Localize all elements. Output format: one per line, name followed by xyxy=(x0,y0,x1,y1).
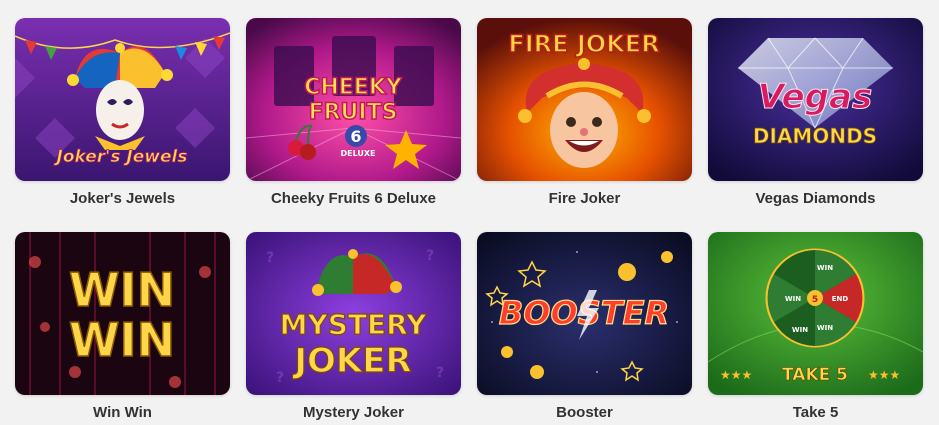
game-card-take-5[interactable]: WIN WIN WIN WIN END 5 ★★★ ★★★ TAKE 5 Take… xyxy=(708,232,923,421)
game-grid: Joker's Jewels Joker's Jewels CHEEKY FRU… xyxy=(0,0,939,425)
game-card-booster[interactable]: BOOSTER Booster xyxy=(477,232,692,421)
wheel-label: WIN xyxy=(792,326,808,334)
game-title[interactable]: Vegas Diamonds xyxy=(755,190,875,207)
jokers-jewels-art: Joker's Jewels xyxy=(15,18,230,181)
game-card-jokers-jewels[interactable]: Joker's Jewels Joker's Jewels xyxy=(15,18,230,207)
game-thumbnail[interactable]: Vegas DIAMONDS xyxy=(708,18,923,181)
game-thumbnail[interactable]: Joker's Jewels xyxy=(15,18,230,181)
game-logo-line2: DIAMONDS xyxy=(753,124,877,148)
game-logo-line2: WIN xyxy=(69,313,175,367)
wheel-label: WIN xyxy=(817,324,833,332)
svg-text:?: ? xyxy=(266,250,274,266)
game-card-mystery-joker[interactable]: ???? MYSTERY JOKER Mystery Joker xyxy=(246,232,461,421)
game-card-vegas-diamonds[interactable]: Vegas DIAMONDS Vegas Diamonds xyxy=(708,18,923,207)
game-thumbnail[interactable]: WIN WIN xyxy=(15,232,230,395)
game-card-cheeky-fruits-6-deluxe[interactable]: CHEEKY FRUITS 6 DELUXE Cheeky Fruits 6 D… xyxy=(246,18,461,207)
game-logo-text: TAKE 5 xyxy=(782,365,848,385)
wheel-label: END xyxy=(832,295,849,303)
game-thumbnail[interactable]: BOOSTER xyxy=(477,232,692,395)
game-logo-text: Joker's Jewels xyxy=(54,147,188,167)
game-logo-line2: FRUITS xyxy=(309,100,398,125)
svg-text:?: ? xyxy=(276,370,284,386)
take-5-art: WIN WIN WIN WIN END 5 ★★★ ★★★ TAKE 5 xyxy=(708,232,923,395)
booster-art: BOOSTER xyxy=(477,232,692,395)
game-title[interactable]: Joker's Jewels xyxy=(70,190,175,207)
game-logo-line1: Vegas xyxy=(758,77,872,117)
game-thumbnail[interactable]: ???? MYSTERY JOKER xyxy=(246,232,461,395)
svg-text:★★★: ★★★ xyxy=(720,368,752,382)
game-title[interactable]: Win Win xyxy=(93,404,152,421)
game-title[interactable]: Take 5 xyxy=(793,404,839,421)
svg-text:?: ? xyxy=(426,248,434,264)
game-title[interactable]: Booster xyxy=(556,404,613,421)
cheeky-fruits-art: CHEEKY FRUITS 6 DELUXE xyxy=(246,18,461,181)
game-thumbnail[interactable]: FIRE JOKER xyxy=(477,18,692,181)
game-logo-text: FIRE JOKER xyxy=(508,30,659,58)
game-title[interactable]: Fire Joker xyxy=(549,190,621,207)
game-title[interactable]: Mystery Joker xyxy=(303,404,404,421)
game-thumbnail[interactable]: CHEEKY FRUITS 6 DELUXE xyxy=(246,18,461,181)
game-logo-sub: DELUXE xyxy=(340,149,375,158)
wheel-label: WIN xyxy=(817,264,833,272)
game-logo-line1: WIN xyxy=(69,263,175,317)
svg-text:?: ? xyxy=(436,365,444,381)
game-card-win-win[interactable]: WIN WIN Win Win xyxy=(15,232,230,421)
game-logo-line1: MYSTERY xyxy=(280,308,428,341)
game-thumbnail[interactable]: WIN WIN WIN WIN END 5 ★★★ ★★★ TAKE 5 xyxy=(708,232,923,395)
vegas-diamonds-art: Vegas DIAMONDS xyxy=(708,18,923,181)
game-logo-line2: JOKER xyxy=(292,341,411,381)
game-card-fire-joker[interactable]: FIRE JOKER Fire Joker xyxy=(477,18,692,207)
game-title[interactable]: Cheeky Fruits 6 Deluxe xyxy=(271,190,436,207)
game-logo-line1: CHEEKY xyxy=(304,75,403,100)
game-logo-number: 6 xyxy=(350,127,361,146)
mystery-joker-art: ???? MYSTERY JOKER xyxy=(246,232,461,395)
wheel-label: WIN xyxy=(785,295,801,303)
svg-text:★★★: ★★★ xyxy=(868,368,900,382)
wheel-center: 5 xyxy=(812,295,818,305)
win-win-art: WIN WIN xyxy=(15,232,230,395)
fire-joker-art: FIRE JOKER xyxy=(477,18,692,181)
